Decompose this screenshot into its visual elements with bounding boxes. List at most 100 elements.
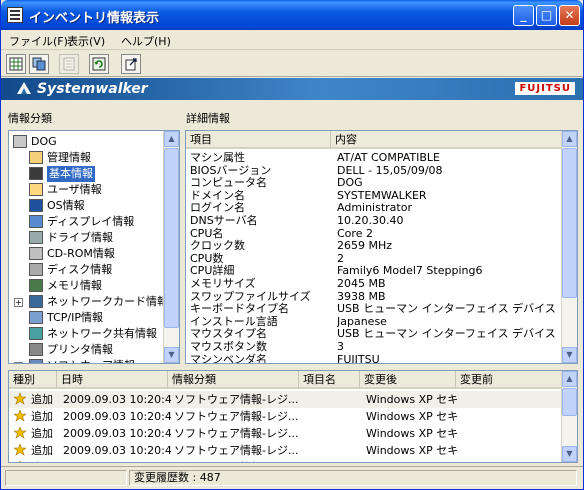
column-header-item-name[interactable]: 項目名 — [299, 371, 360, 389]
detail-row[interactable]: インストール言語 Japanese — [186, 315, 562, 328]
scroll-down-arrow-icon[interactable]: ▼ — [562, 347, 577, 363]
app-icon — [7, 7, 23, 23]
maximize-button[interactable]: □ — [536, 5, 557, 26]
detail-item-name: マシンベンダ名 — [190, 352, 267, 364]
history-scrollbar[interactable]: ▲ ▼ — [561, 371, 577, 462]
systemwalker-mark-icon — [17, 82, 31, 94]
add-star-icon — [14, 410, 26, 422]
history-row[interactable]: 追加2009.09.03 10:20:42ソフトウェア情報-レジ...Windo… — [9, 425, 562, 442]
detail-row[interactable]: コンピュータ名 DOG — [186, 176, 562, 189]
column-header-before[interactable]: 変更前 — [456, 371, 562, 389]
expand-icon[interactable]: + — [14, 362, 23, 363]
tree-item[interactable]: メモリ情報 — [9, 278, 161, 294]
detail-list[interactable]: 項目 内容 マシン属性 AT/AT COMPATIBLE BIOSバージョン DELL… — [185, 130, 578, 364]
column-header-type[interactable]: 種別 — [9, 371, 57, 389]
menu-view[interactable]: 表示(V) — [67, 33, 105, 49]
detail-item-name: マウスタイプ名 — [190, 327, 267, 341]
expand-icon[interactable]: + — [14, 298, 23, 307]
column-header-after[interactable]: 変更後 — [360, 371, 456, 389]
category-tree[interactable]: DOG 管理情報 基本情報 ユーザ情報 OS情報 ディスプレイ情報 ドライブ情報 CD-ROM… — [8, 130, 180, 364]
close-button[interactable]: ✕ — [559, 5, 580, 26]
history-datetime: 2009.09.03 10:20:42 — [63, 410, 171, 423]
tree-item-label: メモリ情報 — [47, 279, 102, 292]
tree-item[interactable]: ネットワーク共有情報 — [9, 326, 161, 342]
scroll-down-arrow-icon[interactable]: ▼ — [562, 446, 577, 462]
detail-item-value: 2659 MHz — [337, 239, 393, 253]
column-header-item[interactable]: 項目 — [186, 131, 331, 149]
detail-row[interactable]: CPU数 2 — [186, 252, 562, 265]
change-history-list[interactable]: 種別 日時 情報分類 項目名 変更後 変更前 追加 2009.09.03 10:2… — [8, 370, 578, 463]
tree-item-label: ネットワーク共有情報 — [47, 327, 157, 340]
monitor-icon — [29, 215, 43, 228]
detail-row[interactable]: メモリサイズ 2045 MB — [186, 277, 562, 290]
minimize-button[interactable]: _ — [513, 5, 534, 26]
tree-item[interactable]: 管理情報 — [9, 150, 161, 166]
history-datetime: 2009.09.03 10:20:42 — [63, 393, 171, 406]
menu-help[interactable]: ヘルプ(H) — [121, 33, 171, 49]
inventory-window: インベントリ情報表示 _ □ ✕ ファイル(F) 表示(V) ヘルプ(H) Sy… — [0, 0, 584, 490]
detail-row[interactable]: ドメイン名 SYSTEMWALKER — [186, 189, 562, 202]
detail-item-value: USB ヒューマン インターフェイス デバイス — [337, 327, 556, 341]
detail-row[interactable]: CPU名 Core 2 — [186, 227, 562, 240]
properties-button[interactable] — [59, 54, 79, 74]
column-header-datetime[interactable]: 日時 — [57, 371, 168, 389]
scroll-up-arrow-icon[interactable]: ▲ — [562, 131, 577, 147]
scroll-thumb[interactable] — [164, 148, 179, 328]
detail-row[interactable]: マシン属性 AT/AT COMPATIBLE — [186, 151, 562, 164]
tree-item[interactable]: DOG — [9, 134, 161, 150]
tree-item[interactable]: プリンタ情報 — [9, 342, 161, 358]
detail-row[interactable]: BIOSバージョン DELL - 15,05/09/08 — [186, 164, 562, 177]
history-category: ソフトウェア情報-レジ... — [174, 393, 299, 406]
tree-item[interactable]: 基本情報 — [9, 166, 161, 182]
scroll-up-arrow-icon[interactable]: ▲ — [164, 131, 179, 147]
history-row[interactable]: 追加2009.09.03 10:20:42ソフトウェア情報-レジ...Windo… — [9, 408, 562, 425]
column-header-value[interactable]: 内容 — [331, 131, 562, 149]
toolbar — [1, 51, 583, 77]
detail-row[interactable]: マウスボタン数 3 — [186, 340, 562, 353]
scroll-up-arrow-icon[interactable]: ▲ — [562, 371, 577, 387]
tree-item[interactable]: + ネットワークカード情報 — [9, 294, 168, 310]
copy-icon — [32, 57, 46, 71]
detail-item-name: CPU数 — [190, 251, 224, 265]
tree-item[interactable]: ユーザ情報 — [9, 182, 161, 198]
tree-item[interactable]: + ソフトウェア情報 — [9, 358, 161, 363]
tree-scrollbar[interactable]: ▲ ▼ — [163, 131, 179, 363]
detail-row[interactable]: ログイン名 Administrator — [186, 201, 562, 214]
export-button[interactable] — [121, 54, 141, 74]
tree-item[interactable]: TCP/IP情報 — [9, 310, 161, 326]
grid-button[interactable] — [6, 54, 26, 74]
history-category: ソフトウェア情報-レジ... — [174, 410, 299, 423]
tree-item[interactable]: ディスク情報 — [9, 262, 161, 278]
title-bar[interactable]: インベントリ情報表示 _ □ ✕ — [1, 0, 583, 30]
tree-item-label: DOG — [31, 135, 57, 148]
menu-file[interactable]: ファイル(F) — [9, 33, 68, 49]
detail-item-name: スワップファイルサイズ — [190, 289, 311, 303]
scroll-thumb[interactable] — [562, 388, 577, 416]
detail-row[interactable]: スワップファイルサイズ 3938 MB — [186, 290, 562, 303]
detail-row[interactable]: キーボードタイプ名 USB ヒューマン インターフェイス デバイス — [186, 302, 562, 315]
history-row[interactable]: 追加2009.09.03 10:20:42ソフトウェア情報-レジ...Windo… — [9, 391, 562, 408]
history-after: Windows XP セキ... — [366, 410, 458, 423]
detail-row[interactable]: マウスタイプ名 USB ヒューマン インターフェイス デバイス — [186, 327, 562, 340]
history-row[interactable]: 追加2009.09.03 10:20:42ソフトウェア情報-レジ...Windo… — [9, 442, 562, 459]
refresh-button[interactable] — [89, 54, 109, 74]
tree-item[interactable]: ドライブ情報 — [9, 230, 161, 246]
detail-row[interactable]: CPU詳細 Family6 Model7 Stepping6 — [186, 264, 562, 277]
detail-scrollbar[interactable]: ▲ ▼ — [561, 131, 577, 363]
tree-item[interactable]: CD-ROM情報 — [9, 246, 161, 262]
detail-item-name: クロック数 — [190, 239, 245, 253]
tree-item[interactable]: ディスプレイ情報 — [9, 214, 161, 230]
detail-item-value: Administrator — [337, 201, 412, 215]
detail-row[interactable]: クロック数 2659 MHz — [186, 239, 562, 252]
detail-row[interactable]: DNSサーバ名 10.20.30.40 — [186, 214, 562, 227]
history-before — [462, 427, 562, 440]
systemwalker-logo: Systemwalker — [15, 80, 148, 97]
scroll-down-arrow-icon[interactable]: ▼ — [164, 347, 179, 363]
detail-row[interactable]: マシンベンダ名 FUJITSU — [186, 352, 562, 364]
scroll-thumb[interactable] — [562, 148, 577, 298]
detail-item-name: ログイン名 — [190, 201, 245, 215]
history-row[interactable]: 追加2009.09.03 10:20:42ソフトウェア情報-レジ...Windo… — [9, 459, 562, 462]
column-header-category[interactable]: 情報分類 — [168, 371, 299, 389]
copy-button[interactable] — [29, 54, 49, 74]
tree-item[interactable]: OS情報 — [9, 198, 161, 214]
